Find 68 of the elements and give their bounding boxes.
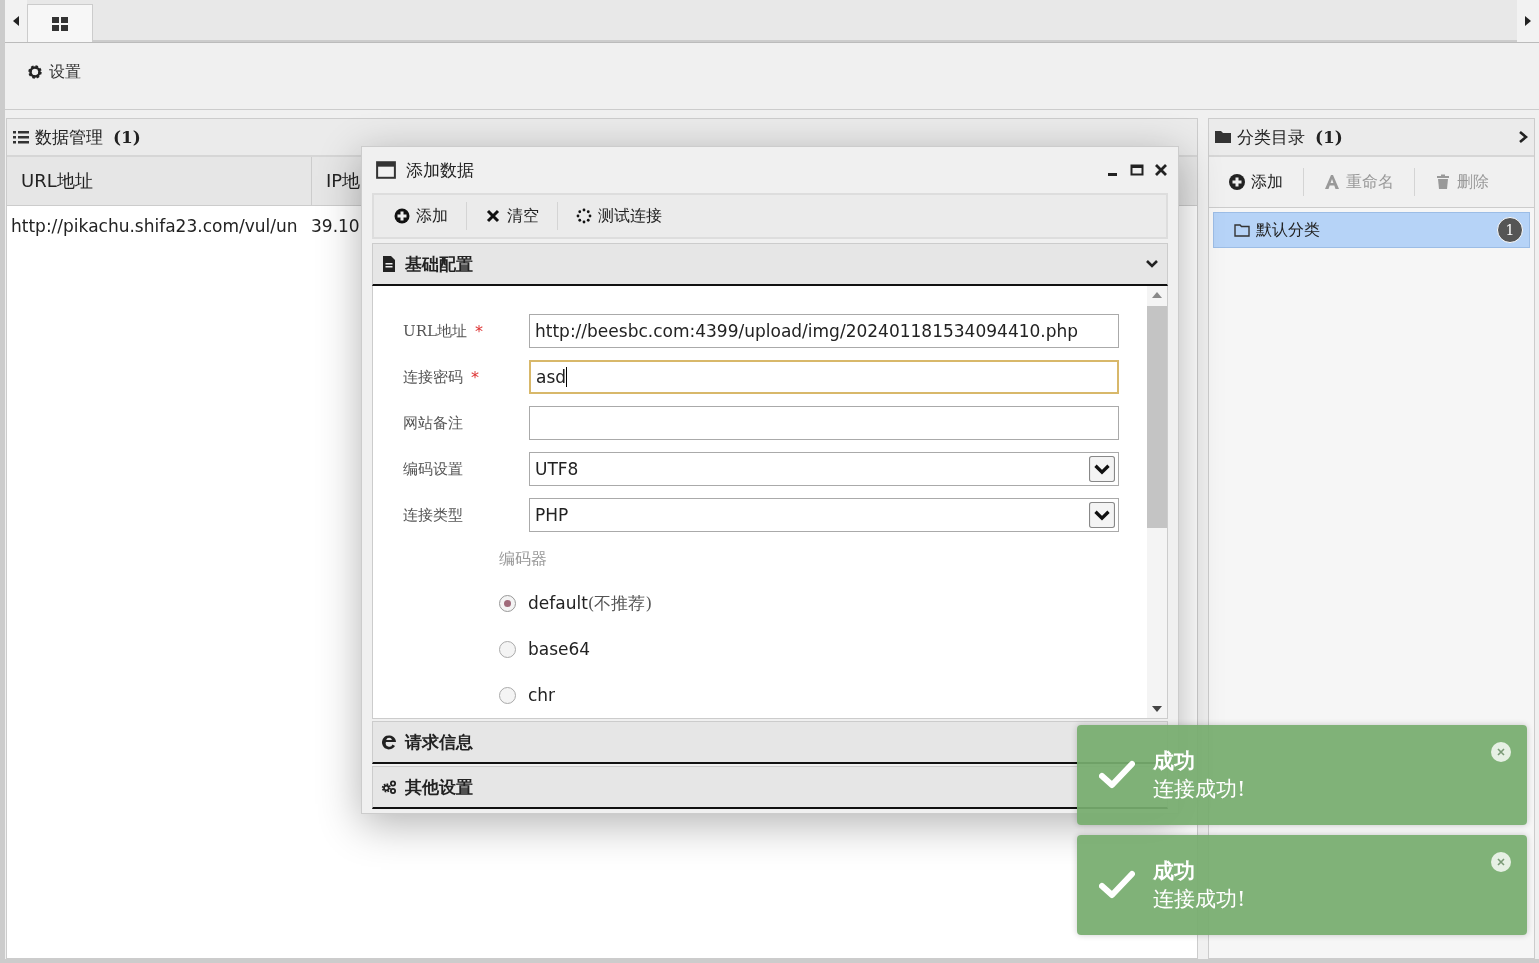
toolbar-button[interactable]: 清空 xyxy=(475,201,549,231)
up-arrow-icon[interactable] xyxy=(1152,292,1162,298)
gears-icon xyxy=(381,779,397,795)
close-icon[interactable] xyxy=(1154,163,1168,177)
left-arrow-icon xyxy=(13,16,19,26)
column-header[interactable]: URL地址 xyxy=(7,157,312,205)
category-action-button[interactable]: 添加 xyxy=(1221,167,1291,197)
document-icon xyxy=(381,256,397,272)
scrollbar[interactable] xyxy=(1147,286,1167,718)
radio-button[interactable] xyxy=(499,686,516,704)
field-label: 连接密码 xyxy=(403,367,463,387)
field-label: 网站备注 xyxy=(403,413,463,433)
count-badge: 1 xyxy=(1497,217,1523,243)
field-label: 编码设置 xyxy=(403,459,463,479)
right-arrow-icon xyxy=(1525,16,1531,26)
radio-label: base64 xyxy=(528,639,591,659)
window-icon xyxy=(376,161,396,179)
grid-icon xyxy=(52,16,68,31)
input-field[interactable] xyxy=(529,406,1119,440)
spinner-icon xyxy=(576,208,592,224)
grid-tab[interactable] xyxy=(27,4,93,42)
dropdown-icon xyxy=(1089,456,1115,482)
panel-title: 分类目录 xyxy=(1237,125,1305,149)
folder-icon xyxy=(1215,129,1231,145)
folder-icon xyxy=(1234,222,1250,238)
chevron-right-icon[interactable] xyxy=(1518,130,1528,144)
radio-label: default(不推荐) xyxy=(528,591,653,615)
browser-e-icon xyxy=(381,734,397,750)
panel-count: (1) xyxy=(113,127,141,147)
input-field[interactable]: asd xyxy=(529,360,1119,394)
table-cell-text: http://pikachu.shifa23.com/vul/un xyxy=(10,216,299,236)
chevron-down-icon xyxy=(1145,259,1159,269)
field-label: 连接类型 xyxy=(403,505,463,525)
toast-title: 成功 xyxy=(1153,857,1196,885)
panel-title: 数据管理 xyxy=(35,125,103,149)
settings-button[interactable]: 设置 xyxy=(23,57,85,87)
scroll-left-button[interactable] xyxy=(5,0,27,42)
required-mark: * xyxy=(474,321,483,341)
radio-button[interactable] xyxy=(499,594,516,612)
dialog-title: 添加数据 xyxy=(406,158,474,182)
gear-icon xyxy=(27,64,43,80)
table-cell-text: 39.10 xyxy=(310,216,360,236)
scroll-right-button[interactable] xyxy=(1517,0,1539,42)
encoder-label: 编码器 xyxy=(499,547,548,570)
down-arrow-icon[interactable] xyxy=(1152,706,1162,712)
close-icon xyxy=(485,208,501,224)
toolbar-button[interactable]: 添加 xyxy=(384,201,458,231)
maximize-icon[interactable] xyxy=(1130,163,1144,177)
select-field[interactable]: PHP xyxy=(529,498,1119,532)
toast-message: 连接成功! xyxy=(1153,886,1246,913)
category-item[interactable]: 默认分类 1 xyxy=(1213,212,1530,248)
field-label: URL地址 xyxy=(403,321,467,341)
section-header[interactable]: 基础配置 xyxy=(372,243,1168,286)
radio-button[interactable] xyxy=(499,640,516,658)
check-icon xyxy=(1099,760,1135,790)
trash-icon xyxy=(1435,174,1451,190)
letter-a-icon xyxy=(1324,174,1340,190)
dropdown-icon xyxy=(1089,502,1115,528)
radio-label: chr xyxy=(528,685,556,705)
toolbar-button[interactable]: 测试连接 xyxy=(566,201,672,231)
panel-count: (1) xyxy=(1315,127,1343,147)
list-icon xyxy=(13,129,29,145)
plus-circle-icon xyxy=(394,208,410,224)
check-icon xyxy=(1099,870,1135,900)
required-mark: * xyxy=(471,367,479,387)
plus-circle-icon xyxy=(1229,174,1245,190)
input-field[interactable]: http://beesbc.com:4399/upload/img/202401181534094410.php xyxy=(529,314,1119,348)
select-field[interactable]: UTF8 xyxy=(529,452,1119,486)
